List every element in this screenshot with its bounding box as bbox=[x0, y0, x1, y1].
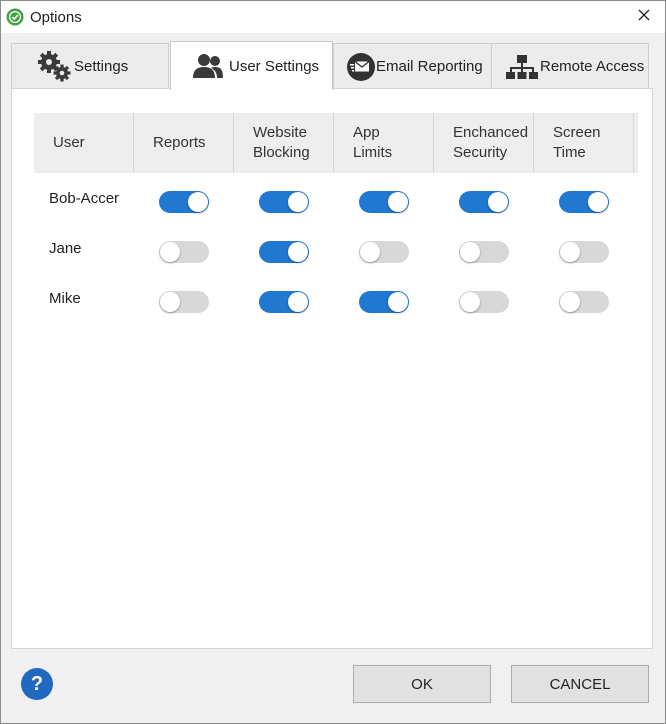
cell-app-limits bbox=[334, 241, 434, 263]
grid-body: Bob-Accer Jane Mike bbox=[34, 173, 638, 327]
toggle-knob bbox=[460, 242, 480, 262]
toggle-knob bbox=[288, 242, 308, 262]
toggle-website-blocking[interactable] bbox=[259, 241, 309, 263]
cell-enhanced-security bbox=[434, 291, 534, 313]
ok-button[interactable]: OK bbox=[353, 665, 491, 703]
help-icon: ? bbox=[30, 672, 44, 695]
cell-reports bbox=[134, 241, 234, 263]
toggle-app-limits[interactable] bbox=[359, 241, 409, 263]
cell-enhanced-security bbox=[434, 191, 534, 213]
gears-icon bbox=[12, 50, 76, 83]
cancel-button[interactable]: CANCEL bbox=[511, 665, 649, 703]
tab-strip: Settings User Settings Email Reporting R… bbox=[11, 41, 653, 90]
toggle-knob bbox=[560, 292, 580, 312]
grid-header: User Reports Website Blocking App Limits… bbox=[34, 113, 638, 173]
cell-screen-time bbox=[534, 241, 634, 263]
close-icon bbox=[638, 8, 650, 26]
column-header-enhanced-security: Enchanced Security bbox=[434, 113, 534, 173]
title-bar: Options bbox=[1, 1, 665, 33]
user-name: Jane bbox=[49, 239, 82, 257]
toggle-enhanced-security[interactable] bbox=[459, 241, 509, 263]
dialog-client: Settings User Settings Email Reporting R… bbox=[1, 33, 665, 723]
toggle-knob bbox=[460, 292, 480, 312]
toggle-reports[interactable] bbox=[159, 291, 209, 313]
tab-remote-access[interactable]: Remote Access bbox=[491, 43, 649, 89]
table-row: Mike bbox=[34, 277, 638, 327]
toggle-website-blocking[interactable] bbox=[259, 191, 309, 213]
tab-settings[interactable]: Settings bbox=[11, 43, 169, 89]
users-icon bbox=[171, 53, 227, 79]
user-name: Bob-Accer bbox=[49, 189, 120, 207]
tab-email-reporting-label: Email Reporting bbox=[376, 58, 483, 75]
tab-settings-label: Settings bbox=[74, 58, 129, 75]
column-header-screen-time: Screen Time bbox=[534, 113, 634, 173]
user-name: Mike bbox=[49, 289, 81, 307]
toggle-knob bbox=[288, 292, 308, 312]
table-row: Bob-Accer bbox=[34, 177, 638, 227]
toggle-knob bbox=[188, 192, 208, 212]
toggle-knob bbox=[360, 242, 380, 262]
toggle-app-limits[interactable] bbox=[359, 191, 409, 213]
column-header-user: User bbox=[34, 113, 134, 173]
tab-email-reporting[interactable]: Email Reporting bbox=[333, 43, 492, 89]
toggle-screen-time[interactable] bbox=[559, 241, 609, 263]
cell-reports bbox=[134, 191, 234, 213]
toggle-knob bbox=[388, 192, 408, 212]
cell-app-limits bbox=[334, 191, 434, 213]
help-button[interactable]: ? bbox=[21, 668, 53, 700]
close-button[interactable] bbox=[629, 3, 659, 31]
cell-website-blocking bbox=[234, 291, 334, 313]
cell-screen-time bbox=[534, 291, 634, 313]
cell-reports bbox=[134, 291, 234, 313]
toggle-reports[interactable] bbox=[159, 241, 209, 263]
column-header-app-limits: App Limits bbox=[334, 113, 434, 173]
toggle-reports[interactable] bbox=[159, 191, 209, 213]
user-settings-grid: User Reports Website Blocking App Limits… bbox=[34, 113, 638, 327]
tab-remote-access-label: Remote Access bbox=[540, 58, 645, 75]
tab-user-settings[interactable]: User Settings bbox=[170, 41, 333, 90]
cell-screen-time bbox=[534, 191, 634, 213]
toggle-enhanced-security[interactable] bbox=[459, 291, 509, 313]
toggle-knob bbox=[288, 192, 308, 212]
column-header-reports: Reports bbox=[134, 113, 234, 173]
toggle-screen-time[interactable] bbox=[559, 191, 609, 213]
toggle-knob bbox=[560, 242, 580, 262]
toggle-knob bbox=[588, 192, 608, 212]
toggle-screen-time[interactable] bbox=[559, 291, 609, 313]
options-window: Options Settings User Settings Email Rep… bbox=[0, 0, 666, 724]
toggle-knob bbox=[388, 292, 408, 312]
toggle-knob bbox=[160, 242, 180, 262]
toggle-enhanced-security[interactable] bbox=[459, 191, 509, 213]
window-title: Options bbox=[30, 9, 82, 26]
user-settings-panel: User Reports Website Blocking App Limits… bbox=[11, 88, 653, 649]
column-header-website-blocking: Website Blocking bbox=[234, 113, 334, 173]
network-icon bbox=[492, 53, 540, 81]
app-shield-icon bbox=[6, 8, 24, 26]
table-row: Jane bbox=[34, 227, 638, 277]
tab-user-settings-label: User Settings bbox=[229, 57, 320, 75]
toggle-website-blocking[interactable] bbox=[259, 291, 309, 313]
cell-app-limits bbox=[334, 291, 434, 313]
cell-website-blocking bbox=[234, 191, 334, 213]
toggle-app-limits[interactable] bbox=[359, 291, 409, 313]
toggle-knob bbox=[160, 292, 180, 312]
toggle-knob bbox=[488, 192, 508, 212]
email-icon bbox=[334, 52, 378, 82]
cell-website-blocking bbox=[234, 241, 334, 263]
cell-enhanced-security bbox=[434, 241, 534, 263]
